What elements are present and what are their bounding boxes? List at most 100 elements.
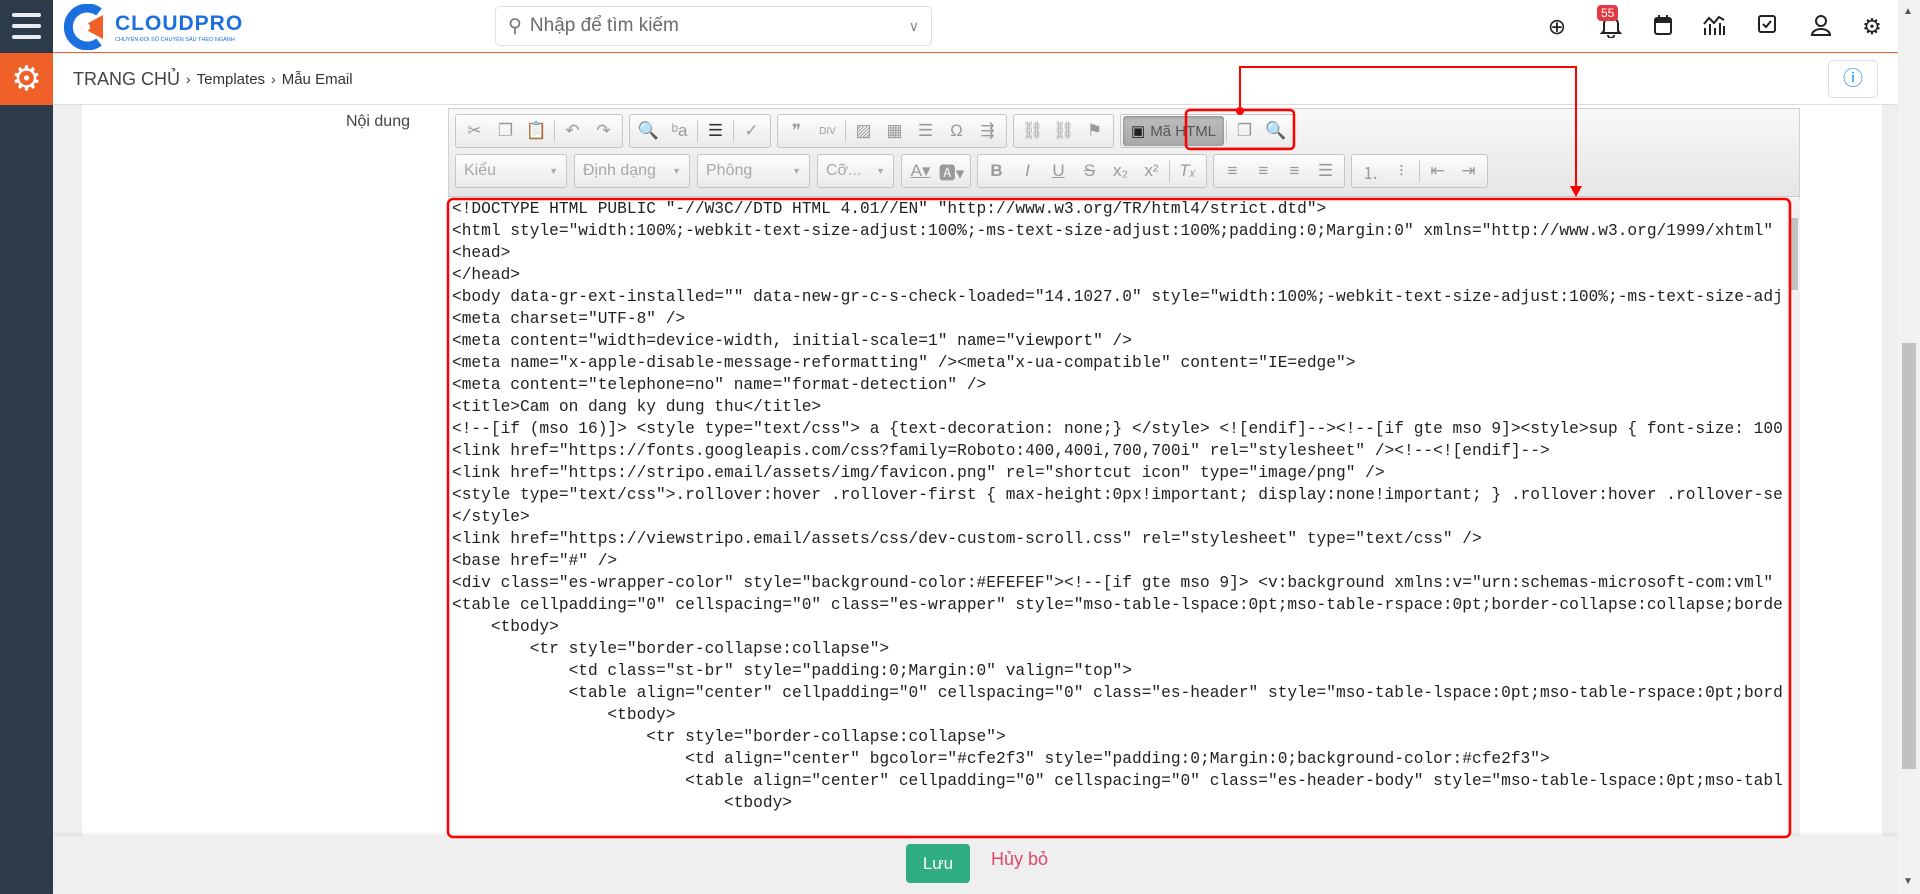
cut-icon[interactable]: ✂ [459,117,490,145]
chevron-right-icon: › [271,71,276,87]
code-line: <title>Cam on dang ky dung thu</title> [452,398,822,416]
image-icon[interactable]: ▨ [848,117,879,145]
text-color-icon[interactable]: A▾ [905,157,936,185]
blockquote-icon[interactable]: ❞ [781,117,812,145]
code-line: <meta charset="UTF-8" /> [452,310,686,328]
select-all-icon[interactable]: ☰ [700,117,731,145]
logo-mark-icon [63,4,103,50]
code-line: <link href="https://viewstripo.email/ass… [452,530,1482,548]
style-select[interactable]: Kiểu ▼ [455,154,567,188]
breadcrumb-templates[interactable]: Templates [197,71,265,88]
action-bar [53,836,1898,894]
cancel-button[interactable]: Hủy bỏ [991,849,1048,870]
paste-icon[interactable]: 📋 [521,117,552,145]
question-icon: ⓘ [1843,68,1863,90]
code-line: <meta content="width=device-width, initi… [452,332,1132,350]
format-select[interactable]: Định dạng ▼ [574,154,690,188]
code-line: <meta name="x-apple-disable-message-refo… [452,354,1356,372]
find-icon[interactable]: 🔍 [633,117,664,145]
settings-gear-icon[interactable]: ⚙ [0,53,53,105]
bulleted-list-icon[interactable]: ⁝ [1386,157,1417,185]
horizontal-line-icon[interactable]: ☰ [910,117,941,145]
subscript-icon[interactable]: x₂ [1105,157,1136,185]
user-icon[interactable] [1808,14,1834,40]
remove-format-icon[interactable]: Tₓ [1172,157,1203,185]
font-select[interactable]: Phông ▼ [697,154,810,188]
code-line: <div class="es-wrapper-color" style="bac… [452,574,1774,592]
source-file-icon: ▣ [1131,123,1146,140]
code-line: <td align="center" bgcolor="#cfe2f3" sty… [452,750,1550,768]
special-char-icon[interactable]: Ω [941,117,972,145]
code-line: <tr style="border-collapse:collapse"> [452,728,1006,746]
plus-circle-icon[interactable]: ⊕ [1544,14,1570,40]
undo-icon[interactable]: ↶ [557,117,588,145]
code-line: <tbody> [452,618,559,636]
table-icon[interactable]: ▦ [879,117,910,145]
align-center-icon[interactable]: ≡ [1248,157,1279,185]
calendar-icon[interactable] [1650,14,1676,40]
help-button[interactable]: ⓘ [1828,60,1878,98]
templates-icon[interactable]: ❐ [1229,117,1260,145]
source-html-label: Mã HTML [1150,122,1217,140]
code-line: <tbody> [452,706,676,724]
preview-icon[interactable]: 🔍 [1260,117,1291,145]
search-placeholder: Nhập để tìm kiếm [529,15,679,36]
code-line: <tr style="border-collapse:collapse"> [452,640,890,658]
strikethrough-icon[interactable]: S [1074,157,1105,185]
content-label: Nội dung [345,113,410,130]
gear-icon[interactable]: ⚙ [1859,14,1885,40]
logo[interactable]: CLOUDPRO CHUYỂN ĐỔI SỐ CHUYÊN SÂU THEO N… [63,4,243,50]
align-justify-icon[interactable]: ☰ [1310,157,1341,185]
page-scrollbar[interactable]: ▲ ▼ [1898,0,1920,894]
breadcrumb-home[interactable]: TRANG CHỦ [73,69,180,90]
align-right-icon[interactable]: ≡ [1279,157,1310,185]
search-icon: ⚲ [508,15,522,37]
replace-icon[interactable]: ᵇa [664,117,695,145]
logo-name: CLOUDPRO [115,11,244,35]
notification-badge: 55 [1597,5,1619,21]
checkbox-icon[interactable] [1754,14,1780,40]
copy-icon[interactable]: ❐ [490,117,521,145]
page-break-icon[interactable]: ⇶ [972,117,1003,145]
source-html-button[interactable]: ▣ Mã HTML [1123,116,1225,146]
editor-toolbar: ✂ ❐ 📋 ↶ ↷ 🔍 ᵇa ☰ ✓ ❞ DIV ▨ ▦ ☰ Ω ⇶ ⛓ ⛓ ⚑… [449,109,1799,197]
link-icon[interactable]: ⛓ [1017,117,1048,145]
breadcrumb: TRANG CHỦ › Templates › Mẫu Email [53,54,1898,105]
search-input[interactable]: ⚲ Nhập để tìm kiếm ∨ [495,6,932,46]
outdent-icon[interactable]: ⇤ [1422,157,1453,185]
code-line: <table align="center" cellpadding="0" ce… [452,772,1783,790]
code-line: </style> [452,508,530,526]
code-line: <link href="https://fonts.googleapis.com… [452,442,1550,460]
unlink-icon[interactable]: ⛓ [1048,117,1079,145]
numbered-list-icon[interactable]: ⒈ [1355,157,1386,185]
html-source-textarea[interactable]: <!DOCTYPE HTML PUBLIC "-//W3C//DTD HTML … [449,198,1787,836]
bold-icon[interactable]: B [981,157,1012,185]
chevron-right-icon: › [186,71,191,87]
align-left-icon[interactable]: ≡ [1217,157,1248,185]
code-line: <head> [452,244,511,262]
underline-icon[interactable]: U [1043,157,1074,185]
code-line: <td class="st-br" style="padding:0;Margi… [452,662,1132,680]
indent-icon[interactable]: ⇥ [1453,157,1484,185]
chevron-down-icon[interactable]: ∨ [909,18,919,35]
code-line: <base href="#" /> [452,552,618,570]
rich-text-editor: ✂ ❐ 📋 ↶ ↷ 🔍 ᵇa ☰ ✓ ❞ DIV ▨ ▦ ☰ Ω ⇶ ⛓ ⛓ ⚑… [448,108,1800,836]
source-scrollbar[interactable] [1787,198,1800,836]
div-icon[interactable]: DIV [812,117,843,145]
chart-icon[interactable] [1701,14,1727,40]
anchor-flag-icon[interactable]: ⚑ [1079,117,1110,145]
select-value: Cỡ... [826,162,862,179]
spellcheck-icon[interactable]: ✓ [736,117,767,145]
code-line: <style type="text/css">.rollover:hover .… [452,486,1783,504]
redo-icon[interactable]: ↷ [588,117,619,145]
superscript-icon[interactable]: x² [1136,157,1167,185]
select-value: Kiểu [464,162,497,179]
italic-icon[interactable]: I [1012,157,1043,185]
code-line: <body data-gr-ext-installed="" data-new-… [452,288,1783,306]
code-line: </head> [452,266,520,284]
save-button[interactable]: Lưu [906,844,970,883]
select-value: Phông [706,162,753,179]
menu-icon[interactable] [12,13,41,39]
bg-color-icon[interactable]: 🅰▾ [936,157,967,185]
font-size-select[interactable]: Cỡ... ▼ [817,154,894,188]
